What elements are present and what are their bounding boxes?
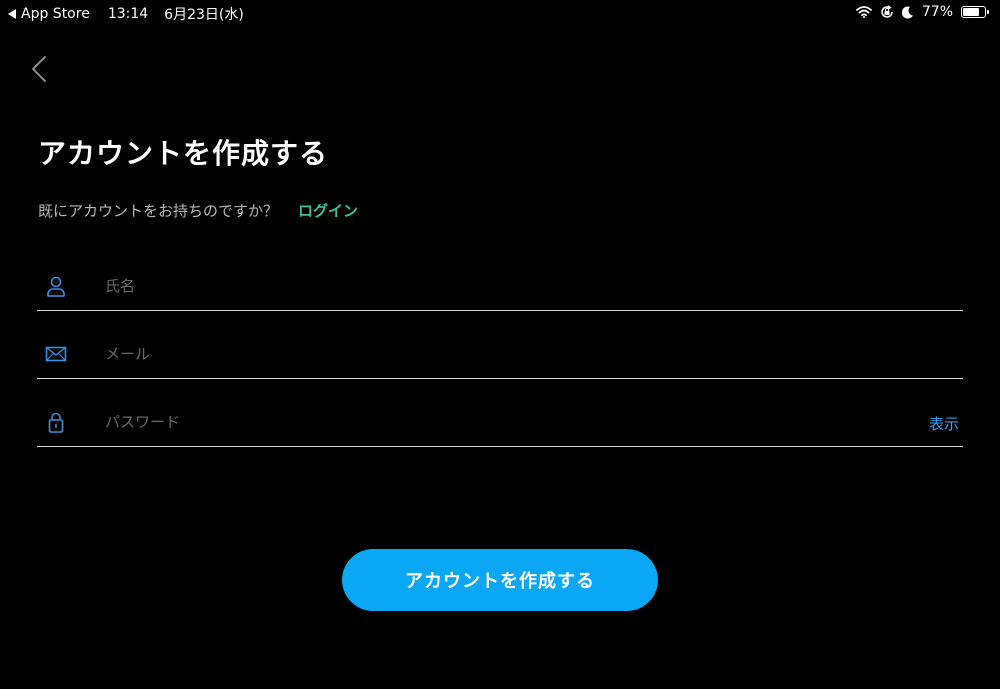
email-field bbox=[37, 311, 963, 379]
back-button[interactable] bbox=[28, 54, 52, 84]
status-indicators: 77% bbox=[855, 4, 989, 20]
page-title: アカウントを作成する bbox=[38, 137, 329, 170]
back-to-app[interactable]: App Store 13:14 6月23日(水) bbox=[8, 4, 244, 24]
lock-icon bbox=[45, 411, 67, 433]
login-link[interactable]: ログイン bbox=[298, 200, 358, 221]
person-icon bbox=[45, 275, 67, 297]
battery-cap bbox=[987, 10, 989, 14]
login-prompt-text: 既にアカウントをお持ちのですか？ bbox=[38, 202, 279, 220]
back-triangle-icon bbox=[8, 9, 16, 19]
name-field bbox=[37, 243, 963, 311]
battery-percent: 77% bbox=[921, 4, 953, 20]
name-input[interactable] bbox=[105, 273, 885, 299]
envelope-icon bbox=[45, 343, 67, 365]
rotation-lock-icon bbox=[880, 5, 894, 19]
show-password-toggle[interactable]: 表示 bbox=[929, 413, 959, 434]
status-bar: App Store 13:14 6月23日(水) 77% bbox=[0, 0, 1000, 26]
login-prompt: 既にアカウントをお持ちのですか？ ログイン bbox=[38, 200, 358, 221]
back-app-label: App Store bbox=[21, 6, 90, 22]
password-field: 表示 bbox=[37, 379, 963, 447]
moon-icon bbox=[901, 6, 914, 19]
wifi-icon bbox=[855, 6, 872, 18]
chevron-left-icon bbox=[32, 56, 46, 82]
battery-icon bbox=[961, 6, 989, 18]
create-account-button[interactable]: アカウントを作成する bbox=[342, 549, 658, 611]
battery-fill bbox=[963, 8, 980, 16]
status-date: 6月23日(水) bbox=[164, 7, 244, 23]
password-input[interactable] bbox=[105, 409, 885, 435]
status-time: 13:14 bbox=[107, 6, 149, 22]
signup-screen: App Store 13:14 6月23日(水) 77% アカウントを作成する … bbox=[0, 0, 1000, 689]
email-input[interactable] bbox=[105, 341, 885, 367]
